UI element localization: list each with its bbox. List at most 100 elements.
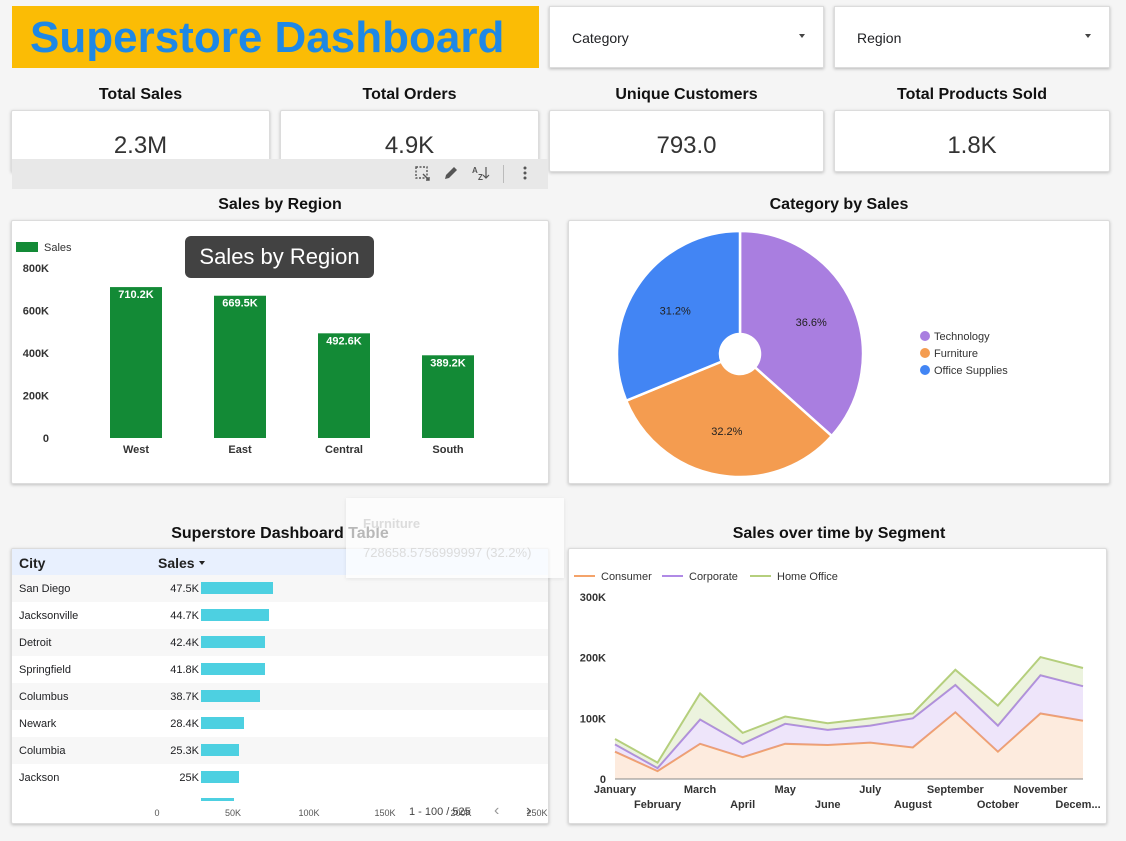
dashboard-title-banner: Superstore Dashboard: [12, 6, 539, 68]
y-tick-label: 100K: [580, 713, 606, 725]
cell-sales: 41.8K: [170, 664, 199, 676]
select-area-icon[interactable]: [414, 165, 430, 185]
prev-page-icon[interactable]: ‹: [494, 802, 499, 820]
kpi-value-total-products: 1.8K: [947, 132, 997, 159]
column-header-sales[interactable]: Sales: [158, 555, 195, 571]
cell-sales-bar: [201, 690, 260, 702]
cell-sales-bar: [201, 771, 239, 783]
x-tick-label: August: [894, 799, 932, 811]
column-header-city[interactable]: City: [19, 555, 45, 571]
x-tick-label: Decem...: [1055, 799, 1100, 811]
table-row[interactable]: Columbus 38.7K: [12, 683, 548, 710]
x-tick-label: February: [634, 799, 682, 811]
region-chart-title: Sales by Region: [218, 196, 342, 213]
tooltip-category: Furniture: [363, 516, 421, 531]
sort-az-icon[interactable]: AZ: [472, 165, 490, 185]
segment-chart-card[interactable]: Consumer Corporate Home Office 0 100K 200K 300…: [568, 548, 1107, 824]
bar-west: [110, 287, 162, 438]
cell-sales-bar: [201, 582, 274, 594]
table-row[interactable]: Springfield 41.8K: [12, 656, 548, 683]
partial-row-bar: [201, 798, 234, 801]
y-tick-label: 400K: [23, 348, 49, 360]
category-chart-title: Category by Sales: [769, 196, 909, 213]
cell-city: Columbus: [19, 691, 69, 703]
y-tick-label: 0: [43, 433, 49, 445]
table-row[interactable]: Jackson 25K: [12, 764, 548, 791]
bar-data-label: 669.5K: [222, 298, 258, 310]
kpi-card-unique-customers[interactable]: 793.0: [549, 110, 824, 172]
sort-desc-icon[interactable]: [199, 561, 205, 565]
y-tick-label: 200K: [23, 391, 49, 403]
cell-sales-bar: [201, 663, 265, 675]
cell-sales-bar: [201, 717, 245, 729]
pagination-label: 1 - 100 / 525: [409, 806, 471, 818]
legend-label: Home Office: [777, 571, 838, 583]
pie-hover-tooltip: Furniture 728658.5756999997 (32.2%): [346, 498, 564, 578]
cell-sales: 38.7K: [170, 691, 199, 703]
cell-sales: 44.7K: [170, 610, 199, 622]
bar-data-label: 710.2K: [118, 289, 154, 301]
legend-label-sales: Sales: [44, 242, 72, 254]
cell-sales-bar: [201, 609, 269, 621]
dropdown-arrow-icon: [799, 34, 805, 38]
y-tick-label: 200K: [580, 653, 606, 665]
legend-swatch-sales: [16, 242, 38, 252]
chart-tooltip: Sales by Region: [185, 236, 374, 278]
x-tick-label: January: [594, 784, 637, 796]
bar-data-label: 389.2K: [430, 357, 466, 369]
legend-label: Office Supplies: [934, 365, 1008, 377]
kpi-value-total-sales: 2.3M: [113, 132, 168, 159]
kpi-card-total-products[interactable]: 1.8K: [834, 110, 1110, 172]
more-vert-icon[interactable]: [522, 165, 528, 185]
x-tick-label: September: [927, 784, 985, 796]
dropdown-arrow-icon: [1085, 34, 1091, 38]
region-filter-dropdown[interactable]: Region: [834, 6, 1110, 68]
legend-dot-technology: [920, 331, 930, 341]
kpi-title-total-products: Total Products Sold: [897, 86, 1047, 103]
x-tick-label: Central: [325, 444, 363, 456]
cell-sales: 25.3K: [170, 745, 199, 757]
cell-sales: 47.5K: [170, 583, 199, 595]
svg-text:Z: Z: [478, 173, 483, 181]
x-tick-label: November: [1014, 784, 1069, 796]
legend-dot-office-supplies: [920, 365, 930, 375]
kpi-title-total-orders: Total Orders: [362, 86, 457, 103]
cell-sales: 28.4K: [170, 718, 199, 730]
bar-central: [318, 333, 370, 438]
table-axis-tick: 100K: [298, 808, 319, 818]
category-filter-dropdown[interactable]: Category: [549, 6, 824, 68]
pie-slice-label: 36.6%: [796, 317, 827, 329]
table-row[interactable]: Newark 28.4K: [12, 710, 548, 737]
bar-east: [214, 295, 266, 438]
cell-city: Jacksonville: [19, 610, 79, 622]
x-tick-label: October: [977, 799, 1020, 811]
y-tick-label: 300K: [580, 592, 606, 604]
kpi-value-total-orders: 4.9K: [384, 132, 435, 159]
legend-label: Consumer: [601, 571, 652, 583]
cell-sales: 42.4K: [170, 637, 199, 649]
region-filter-label: Region: [857, 30, 902, 46]
table-row[interactable]: Detroit 42.4K: [12, 629, 548, 656]
y-tick-label: 800K: [23, 263, 49, 275]
y-tick-label: 600K: [23, 306, 49, 318]
tooltip-value: 728658.5756999997 (32.2%): [363, 545, 532, 560]
legend-label: Technology: [934, 331, 990, 343]
table-row[interactable]: San Diego 47.5K: [12, 575, 548, 602]
table-axis-tick: 0: [154, 808, 159, 818]
table-axis-tick: 50K: [225, 808, 241, 818]
dashboard-title: Superstore Dashboard: [30, 13, 505, 62]
category-pie-chart: 36.6% 32.2% 31.2% Technology Furniture Office…: [615, 229, 1008, 479]
x-tick-label: April: [730, 799, 755, 811]
pie-slice-label: 31.2%: [660, 306, 691, 318]
cell-sales-bar: [201, 636, 266, 648]
category-chart-card[interactable]: 36.6% 32.2% 31.2% Technology Furniture Office…: [568, 220, 1110, 484]
legend-dot-furniture: [920, 348, 930, 358]
pencil-icon[interactable]: [443, 165, 459, 185]
next-page-icon[interactable]: ›: [526, 802, 531, 820]
table-row[interactable]: Jacksonville 44.7K: [12, 602, 548, 629]
cell-city: Columbia: [19, 745, 66, 757]
table-row[interactable]: Columbia 25.3K: [12, 737, 548, 764]
city-sales-table[interactable]: City Sales San Diego 47.5K Jacksonville 44.…: [11, 548, 549, 824]
pie-slice-label: 32.2%: [711, 426, 742, 438]
x-tick-label: East: [228, 444, 252, 456]
